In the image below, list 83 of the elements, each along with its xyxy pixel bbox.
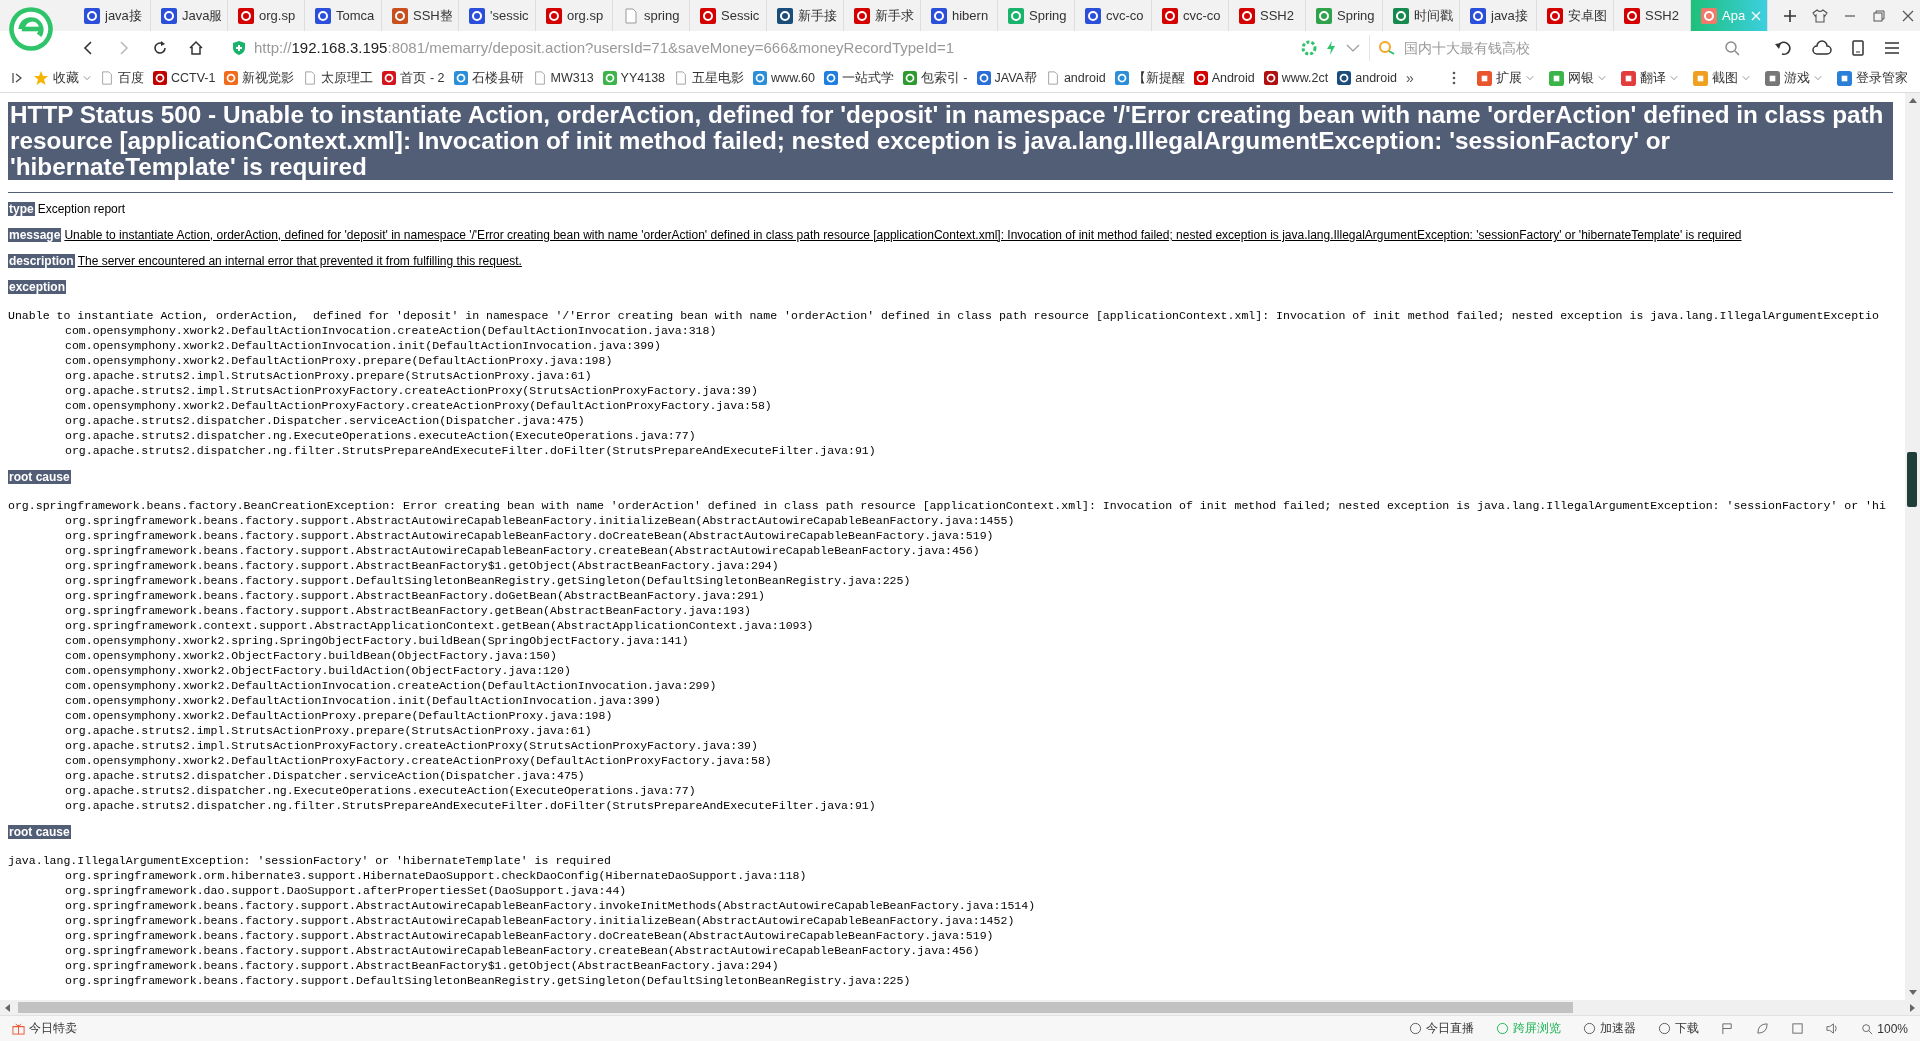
stack-frame: com.opensymphony.xwork2.DefaultActionInvocation.init(DefaultActionInvocation.java:399) xyxy=(65,338,661,353)
field-text: The server encountered an internal error that prevented it from fulfilling this request. xyxy=(77,254,522,268)
extension-button[interactable]: 扩展 xyxy=(1477,69,1534,87)
stack-frame: com.opensymphony.xwork2.DefaultActionProxy.prepare(DefaultActionProxy.java:198) xyxy=(65,708,613,723)
stack-frame: org.apache.struts2.impl.StrutsActionProxyFactory.createActionProxy(StrutsActionProxyFactory.java:39) xyxy=(65,383,758,398)
field-text: Unable to instantiate Action, orderAction, defined for 'deposit' in namespace '/'Error creating bean with name 'orderAction' defined in class path resource [applicationContext.xml]: Invocation of init method failed; nested exception is java.lang.IllegalArgumentException: 'sessionFactory' or 'hibernateTemplate' is required xyxy=(64,228,1742,242)
bookmark[interactable]: android xyxy=(1045,71,1106,85)
stack-frame: com.opensymphony.xwork2.ObjectFactory.buildAction(ObjectFactory.java:120) xyxy=(65,663,571,678)
field-label: message xyxy=(8,228,62,242)
deals-button[interactable]: 今日特卖 xyxy=(12,1020,77,1037)
exception-message: Unable to instantiate Action, orderAction, defined for 'deposit' in namespace '/'Error creating bean with name 'orderAction' defined in class path resource [applicationContext.xml]: Invocation of init method failed; nested exception is java.lang.IllegalArgumentExceptio xyxy=(8,308,1879,323)
extension-button[interactable]: 登录管家 xyxy=(1837,69,1908,87)
status-button[interactable]: 加速器 xyxy=(1583,1020,1637,1037)
field-label: description xyxy=(8,254,75,268)
bookmark[interactable]: 太原理工 xyxy=(303,69,374,87)
stack-frame: com.opensymphony.xwork2.ObjectFactory.buildBean(ObjectFactory.java:150) xyxy=(65,648,557,663)
extension-button[interactable]: 网银 xyxy=(1549,69,1606,87)
bookmark[interactable]: 新视觉影 xyxy=(224,69,295,87)
stack-frame: org.springframework.beans.factory.support.AbstractAutowireCapableBeanFactory.createBean(AbstractAutowireCapableBeanFactory.java:456) xyxy=(65,943,980,958)
stack-frame: org.apache.struts2.dispatcher.ng.filter.StrutsPrepareAndExecuteFilter.doFilter(StrutsPrepareAndExecuteFilter.java:91) xyxy=(65,443,876,458)
bookmark[interactable]: 收藏 xyxy=(33,69,91,87)
status-button[interactable]: 下载 xyxy=(1658,1020,1700,1037)
section-label: exception xyxy=(8,280,66,294)
address-field[interactable]: http://192.168.3.195:8081/memarry/deposit.action?usersId=71&saveMoney=666&moneyRecordTypeId=1 xyxy=(224,34,1370,61)
stack-frame: com.opensymphony.xwork2.DefaultActionProxy.prepare(DefaultActionProxy.java:198) xyxy=(65,353,613,368)
stack-frame: com.opensymphony.xwork2.DefaultActionProxyFactory.createActionProxy(DefaultActionProxyFactory.java:58) xyxy=(65,398,772,413)
stack-frame: com.opensymphony.xwork2.DefaultActionInvocation.createAction(DefaultActionInvocation.java:318) xyxy=(65,323,717,338)
search-field[interactable]: 国内十大最有钱高校 xyxy=(1402,38,1718,57)
more-bookmarks-button[interactable]: » xyxy=(1405,70,1414,86)
stack-frame: org.apache.struts2.dispatcher.ng.ExecuteOperations.executeAction(ExecuteOperations.java:77) xyxy=(65,428,696,443)
exception-message: org.springframework.beans.factory.BeanCreationException: Error creating bean with name 'orderAction' defined in class path resource [applicationContext.xml]: Invocation of init method failed; nested exception is java.lang.IllegalArgumentException: 'sessionFactory' or 'hi xyxy=(8,498,1886,513)
stack-frame: com.opensymphony.xwork2.spring.SpringObjectFactory.buildBean(SpringObjectFactory.java:141) xyxy=(65,633,689,648)
stack-frame: org.springframework.beans.factory.support.AbstractBeanFactory$1.getObject(AbstractBeanFactory.java:294) xyxy=(65,958,779,973)
extension-button[interactable]: 游戏 xyxy=(1765,69,1822,87)
stack-frame: org.springframework.context.support.AbstractApplicationContext.getBean(AbstractApplicationContext.java:1093) xyxy=(65,618,814,633)
bookmark[interactable]: 包索引 - xyxy=(902,69,968,87)
extension-button[interactable]: 翻译 xyxy=(1621,69,1678,87)
extension-button[interactable]: 截图 xyxy=(1693,69,1750,87)
bookmark[interactable]: www.60 xyxy=(753,71,815,85)
stack-frame: com.opensymphony.xwork2.DefaultActionInvocation.createAction(DefaultActionInvocation.java:299) xyxy=(65,678,717,693)
bookmark[interactable]: 百度 xyxy=(100,69,144,87)
status-button[interactable]: 今日直播 xyxy=(1409,1020,1475,1037)
stack-frame: com.opensymphony.xwork2.DefaultActionInvocation.init(DefaultActionInvocation.java:399) xyxy=(65,693,661,708)
stack-frame: org.springframework.dao.support.DaoSupport.afterPropertiesSet(DaoSupport.java:44) xyxy=(65,883,627,898)
stack-frame: org.springframework.beans.factory.support.AbstractAutowireCapableBeanFactory.doCreateBean(AbstractAutowireCapableBeanFactory.java:519) xyxy=(65,528,994,543)
bookmark[interactable]: 五星电影 xyxy=(674,69,745,87)
bookmark[interactable]: 石楼县研 xyxy=(453,69,524,87)
stack-frame: org.springframework.orm.hibernate3.support.HibernateDaoSupport.checkDaoConfig(HibernateDaoSupport.java:118) xyxy=(65,868,807,883)
bookmark[interactable]: 一站式学 xyxy=(823,69,894,87)
stack-frame: org.springframework.beans.factory.support.DefaultSingletonBeanRegistry.getSingleton(DefaultSingletonBeanRegistry.java:225) xyxy=(65,573,911,588)
stack-frame: org.apache.struts2.impl.StrutsActionProxyFactory.createActionProxy(StrutsActionProxyFactory.java:39) xyxy=(65,738,758,753)
stack-frame: com.opensymphony.xwork2.DefaultActionProxyFactory.createActionProxy(DefaultActionProxyFactory.java:58) xyxy=(65,753,772,768)
stack-frame: org.springframework.beans.factory.support.AbstractAutowireCapableBeanFactory.createBean(AbstractAutowireCapableBeanFactory.java:456) xyxy=(65,543,980,558)
stack-frame: org.springframework.beans.factory.support.AbstractAutowireCapableBeanFactory.invokeInitMethods(AbstractAutowireCapableBeanFactory.java:1514) xyxy=(65,898,1036,913)
stack-frame: org.apache.struts2.dispatcher.ng.filter.StrutsPrepareAndExecuteFilter.doFilter(StrutsPrepareAndExecuteFilter.java:91) xyxy=(65,798,876,813)
stack-frame: org.springframework.beans.factory.support.AbstractAutowireCapableBeanFactory.doCreateBean(AbstractAutowireCapableBeanFactory.java:519) xyxy=(65,928,994,943)
field-text: Exception report xyxy=(37,202,126,216)
stack-frame: org.apache.struts2.dispatcher.Dispatcher.serviceAction(Dispatcher.java:475) xyxy=(65,413,585,428)
stack-frame: org.apache.struts2.impl.StrutsActionProxy.prepare(StrutsActionProxy.java:61) xyxy=(65,723,592,738)
stack-frame: org.springframework.beans.factory.support.AbstractBeanFactory.doGetBean(AbstractBeanFactory.java:291) xyxy=(65,588,765,603)
stack-frame: org.springframework.beans.factory.support.AbstractBeanFactory$1.getObject(AbstractBeanFactory.java:294) xyxy=(65,558,779,573)
stack-frame: org.springframework.beans.factory.support.AbstractBeanFactory.getBean(AbstractBeanFactory.java:193) xyxy=(65,603,751,618)
stack-frame: org.apache.struts2.impl.StrutsActionProxy.prepare(StrutsActionProxy.java:61) xyxy=(65,368,592,383)
bookmark[interactable]: www.2ct xyxy=(1263,71,1329,85)
stack-frame: org.apache.struts2.dispatcher.ng.ExecuteOperations.executeAction(ExecuteOperations.java:77) xyxy=(65,783,696,798)
stack-frame: org.springframework.beans.factory.support.AbstractAutowireCapableBeanFactory.initializeBean(AbstractAutowireCapableBeanFactory.java:1455) xyxy=(65,513,1015,528)
bookmark[interactable]: MW313 xyxy=(532,71,594,85)
field-label: type xyxy=(8,202,35,216)
zoom-button[interactable]: 100% xyxy=(1861,1021,1908,1036)
bookmark[interactable]: YY4138 xyxy=(602,71,666,85)
bookmark[interactable]: 【新提醒 xyxy=(1114,69,1185,87)
error-heading: HTTP Status 500 - Unable to instantiate Action, orderAction, defined for 'deposit' in namespace '/'Error creating bean with name 'orderAction' defined in class path resource [applicationContext.xml]: Invocation of init method failed; nested exception is java.lang.IllegalArgumentException: 'sessionFactory' or 'hibernateTemplate' is required xyxy=(8,102,1893,180)
stack-frame: org.apache.struts2.dispatcher.Dispatcher.serviceAction(Dispatcher.java:475) xyxy=(65,768,585,783)
stack-frame: org.springframework.beans.factory.support.AbstractAutowireCapableBeanFactory.initializeBean(AbstractAutowireCapableBeanFactory.java:1452) xyxy=(65,913,1015,928)
bookmark[interactable]: Android xyxy=(1193,71,1255,85)
bookmark[interactable]: android xyxy=(1337,71,1397,85)
section-label: root cause xyxy=(8,470,71,484)
bookmark[interactable]: JAVA帮 xyxy=(976,69,1037,87)
bookmark[interactable]: CCTV-1 xyxy=(153,71,216,85)
exception-message: java.lang.IllegalArgumentException: 'sessionFactory' or 'hibernateTemplate' is required xyxy=(8,853,611,868)
stack-frame: org.springframework.beans.factory.support.DefaultSingletonBeanRegistry.getSingleton(DefaultSingletonBeanRegistry.java:225) xyxy=(65,973,911,988)
section-label: root cause xyxy=(8,825,71,839)
bookmark[interactable]: 首页 - 2 xyxy=(382,69,445,87)
